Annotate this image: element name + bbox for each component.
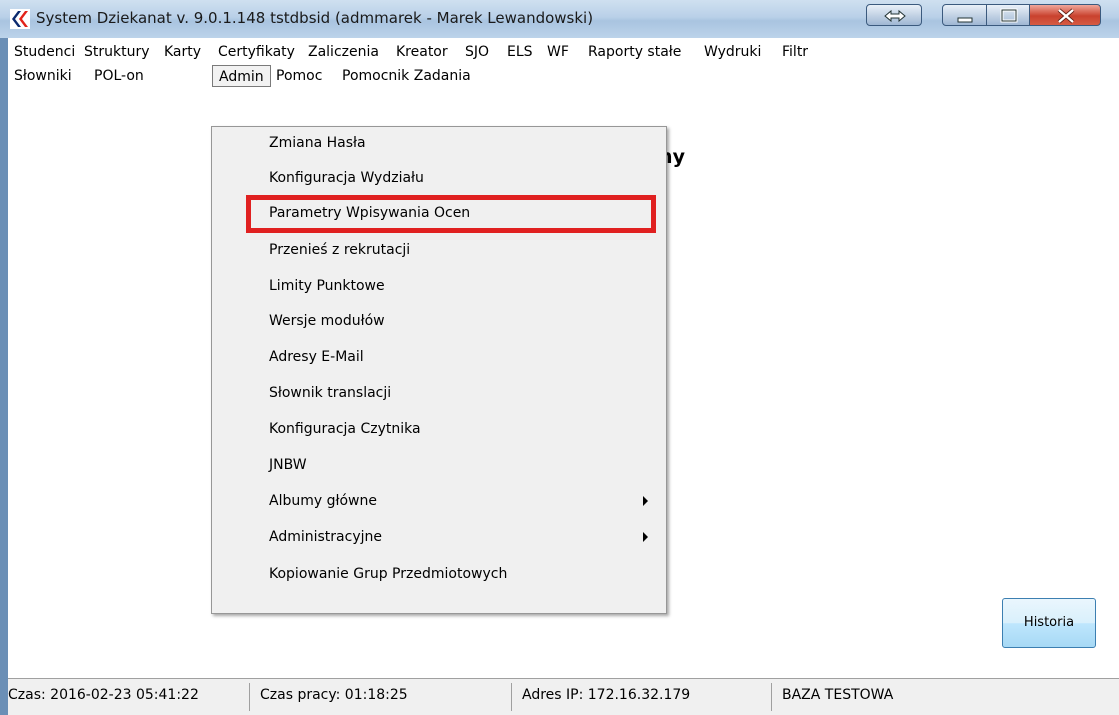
menu-wf[interactable]: WF	[541, 41, 575, 63]
resize-button[interactable]	[866, 4, 922, 26]
menu-item-label: Konfiguracja Wydziału	[269, 170, 424, 186]
menu-item-zmiana-hasla[interactable]: Zmiana Hasła	[212, 127, 666, 161]
menu-els[interactable]: ELS	[501, 41, 539, 63]
menu-item-label: Wersje modułów	[269, 313, 385, 329]
client-area: Studenci Struktury Karty Certyfikaty Zal…	[8, 38, 1119, 715]
menu-item-limity-punktowe[interactable]: Limity Punktowe	[212, 270, 666, 304]
status-divider	[249, 683, 250, 711]
submenu-arrow-icon	[643, 496, 648, 506]
menu-item-label: Zmiana Hasła	[269, 135, 366, 151]
menu-item-label: Administracyjne	[269, 529, 382, 545]
menu-item-label: Limity Punktowe	[269, 278, 385, 294]
menu-item-label: Albumy główne	[269, 493, 377, 509]
menu-slowniki[interactable]: Słowniki	[8, 65, 78, 87]
status-divider	[771, 683, 772, 711]
status-adres-ip: Adres IP: 172.16.32.179	[522, 687, 691, 703]
menu-certyfikaty[interactable]: Certyfikaty	[212, 41, 301, 63]
menu-karty[interactable]: Karty	[158, 41, 207, 63]
menu-item-jnbw[interactable]: JNBW	[212, 449, 666, 483]
menu-wydruki[interactable]: Wydruki	[698, 41, 767, 63]
submenu-arrow-icon	[643, 532, 648, 542]
window-title: System Dziekanat v. 9.0.1.148 tstdbsid (…	[36, 9, 594, 27]
close-icon	[1057, 8, 1075, 24]
menu-item-label: Adresy E-Mail	[269, 349, 364, 365]
menu-studenci[interactable]: Studenci	[8, 41, 81, 63]
maximize-button[interactable]	[986, 4, 1030, 26]
menu-item-wersje-modulow[interactable]: Wersje modułów	[212, 305, 666, 339]
close-button[interactable]	[1029, 4, 1101, 26]
status-czas: Czas: 2016-02-23 05:41:22	[8, 687, 199, 703]
menu-item-label: Przenieś z rekrutacji	[269, 242, 411, 258]
menu-zaliczenia[interactable]: Zaliczenia	[302, 41, 385, 63]
historia-button[interactable]: Historia	[1002, 598, 1096, 648]
menu-item-konfiguracja-czytnika[interactable]: Konfiguracja Czytnika	[212, 413, 666, 447]
menu-pol-on[interactable]: POL-on	[88, 65, 150, 87]
menu-pomocnik-zadania[interactable]: Pomocnik Zadania	[336, 65, 477, 87]
menu-item-kopiowanie-grup-przedmiotowych[interactable]: Kopiowanie Grup Przedmiotowych	[212, 558, 666, 592]
menu-item-slownik-translacji[interactable]: Słownik translacji	[212, 377, 666, 411]
status-czas-pracy: Czas pracy: 01:18:25	[260, 687, 408, 703]
menu-pomoc[interactable]: Pomoc	[270, 65, 328, 87]
menu-raporty-stale[interactable]: Raporty stałe	[582, 41, 687, 63]
minimize-button[interactable]	[942, 4, 987, 26]
menu-item-adresy-email[interactable]: Adresy E-Mail	[212, 341, 666, 375]
menu-sjo[interactable]: SJO	[459, 41, 495, 63]
minimize-icon	[957, 17, 973, 23]
menu-item-administracyjne[interactable]: Administracyjne	[212, 521, 666, 555]
status-bar: Czas: 2016-02-23 05:41:22 Czas pracy: 01…	[8, 678, 1119, 715]
double-arrow-icon	[884, 9, 906, 23]
app-window: System Dziekanat v. 9.0.1.148 tstdbsid (…	[0, 0, 1119, 715]
menu-bar: Studenci Struktury Karty Certyfikaty Zal…	[8, 38, 1119, 90]
menu-admin[interactable]: Admin	[212, 65, 271, 87]
menu-item-label: Słownik translacji	[269, 385, 392, 401]
menu-item-label: Kopiowanie Grup Przedmiotowych	[269, 566, 508, 582]
menu-struktury[interactable]: Struktury	[78, 41, 156, 63]
app-logo-icon	[10, 9, 30, 29]
status-divider	[511, 683, 512, 711]
menu-filtr[interactable]: Filtr	[776, 41, 814, 63]
status-baza: BAZA TESTOWA	[782, 687, 894, 703]
title-bar[interactable]: System Dziekanat v. 9.0.1.148 tstdbsid (…	[0, 0, 1119, 38]
menu-item-konfiguracja-wydzialu[interactable]: Konfiguracja Wydziału	[212, 162, 666, 196]
highlight-box	[246, 195, 656, 233]
menu-item-albumy-glowne[interactable]: Albumy główne	[212, 485, 666, 519]
menu-item-label: JNBW	[269, 457, 307, 473]
menu-item-przenies-z-rekrutacji[interactable]: Przenieś z rekrutacji	[212, 234, 666, 268]
menu-item-label: Konfiguracja Czytnika	[269, 421, 421, 437]
menu-kreator[interactable]: Kreator	[390, 41, 454, 63]
maximize-icon	[1000, 8, 1018, 23]
